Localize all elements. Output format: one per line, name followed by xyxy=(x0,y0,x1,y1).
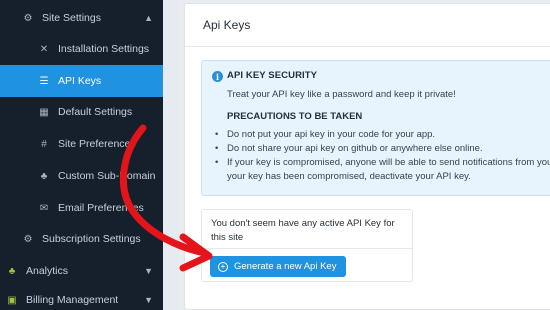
sidebar-item-site-settings[interactable]: ⚙ Site Settings ▲ xyxy=(0,2,163,34)
sidebar-item-api-keys[interactable]: ☰ API Keys xyxy=(0,65,163,97)
sidebar-item-custom-sub-domain[interactable]: ♣ Custom Sub-Domain xyxy=(0,160,163,192)
sidebar-item-subscription-settings[interactable]: ⚙ Subscription Settings xyxy=(0,223,163,255)
leaf-icon: ♣ xyxy=(8,265,16,277)
sidebar-item-label: API Keys xyxy=(58,75,102,87)
sidebar-item-email-preferences[interactable]: ✉ Email Preferences xyxy=(0,192,163,224)
sidebar-item-label: Installation Settings xyxy=(58,43,150,55)
no-key-message: You don't seem have any active API Key f… xyxy=(211,218,395,243)
sidebar-item-label: Site Preferences xyxy=(58,138,136,150)
divider xyxy=(185,46,550,47)
chevron-up-icon: ▲ xyxy=(144,13,153,23)
precautions-list: Do not put your api key in your code for… xyxy=(212,128,550,184)
hash-icon: # xyxy=(41,138,47,150)
sidebar-item-analytics[interactable]: ♣ Analytics ▼ xyxy=(0,255,163,287)
info-icon: i xyxy=(212,71,223,82)
plus-circle-icon: + xyxy=(218,261,228,272)
envelope-icon: ✉ xyxy=(39,202,49,214)
sliders-icon: ☰ xyxy=(39,75,49,87)
generate-api-key-button[interactable]: + Generate a new Api Key xyxy=(210,256,346,277)
sidebar-item-site-preferences[interactable]: # Site Preferences xyxy=(0,128,163,160)
sidebar-item-label: Billing Management xyxy=(26,294,119,306)
chevron-down-icon: ▼ xyxy=(144,295,153,305)
wrench-icon: ✕ xyxy=(39,43,49,55)
gear-icon: ⚙ xyxy=(23,12,33,24)
list-item: Do not put your api key in your code for… xyxy=(212,128,550,142)
sidebar-item-label: Custom Sub-Domain xyxy=(58,170,156,182)
button-label: Generate a new Api Key xyxy=(234,261,337,272)
security-alert: i API KEY SECURITY Treat your API key li… xyxy=(201,60,550,196)
alert-text: Treat your API key like a password and k… xyxy=(227,89,456,100)
grid-icon: ▦ xyxy=(39,106,49,118)
money-icon: ▣ xyxy=(7,294,17,306)
sidebar-item-label: Site Settings xyxy=(42,12,101,24)
sidebar-gutter xyxy=(163,0,179,310)
sidebar-item-label: Analytics xyxy=(26,265,69,277)
sidebar: ⚙ Site Settings ▲ ✕ Installation Setting… xyxy=(0,0,163,310)
list-item: If your key is compromised, anyone will … xyxy=(212,156,550,170)
sitemap-icon: ♣ xyxy=(40,170,48,182)
list-item-continued: your key has been compromised, deactivat… xyxy=(227,171,471,182)
sidebar-item-default-settings[interactable]: ▦ Default Settings xyxy=(0,96,163,128)
list-item: Do not share your api key on github or a… xyxy=(212,142,550,156)
alert-title: API KEY SECURITY xyxy=(227,70,318,81)
divider xyxy=(202,248,412,249)
chevron-down-icon: ▼ xyxy=(144,266,153,276)
sidebar-item-billing-management[interactable]: ▣ Billing Management ▼ xyxy=(0,284,163,310)
sidebar-item-label: Email Preferences xyxy=(58,202,144,214)
sidebar-item-label: Subscription Settings xyxy=(42,233,141,245)
page-title: Api Keys xyxy=(203,18,251,32)
api-keys-panel: Api Keys i API KEY SECURITY Treat your A… xyxy=(184,3,550,310)
gear-icon: ⚙ xyxy=(23,233,33,245)
sidebar-item-label: Default Settings xyxy=(58,106,133,118)
no-key-box: You don't seem have any active API Key f… xyxy=(201,209,413,282)
alert-subtitle: PRECAUTIONS TO BE TAKEN xyxy=(227,111,363,122)
sidebar-item-installation-settings[interactable]: ✕ Installation Settings xyxy=(0,33,163,65)
